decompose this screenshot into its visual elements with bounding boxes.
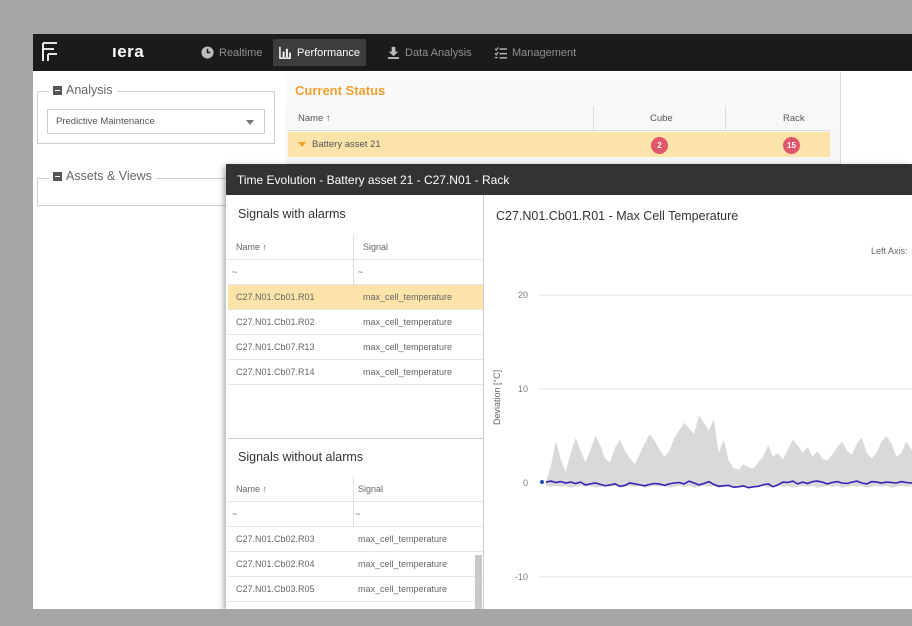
signal-type: max_cell_temperature: [358, 534, 448, 544]
signal-name: C27.N01.Cb03.R05: [236, 584, 315, 594]
list-check-icon: [494, 47, 507, 59]
nav-management[interactable]: Management: [488, 39, 582, 66]
analysis-legend-label: Analysis: [66, 83, 113, 97]
analysis-legend[interactable]: Analysis: [49, 83, 117, 97]
cube-alarm-badge[interactable]: 2: [651, 137, 668, 154]
table-row[interactable]: C27.N01.Cb02.R03 max_cell_temperature: [228, 527, 483, 552]
signal-type: max_cell_temperature: [363, 292, 453, 302]
column-header-signal[interactable]: Signal: [358, 477, 383, 502]
collapse-icon: [53, 85, 62, 95]
table-row[interactable]: C27.N01.Cb01.R02 max_cell_temperature: [228, 310, 483, 335]
signal-name: C27.N01.Cb01.R01: [236, 292, 315, 302]
top-nav-bar: ıera Realtime Performance Data Analysis …: [33, 34, 912, 71]
name-filter[interactable]: ~: [232, 260, 237, 285]
current-status-title: Current Status: [295, 83, 386, 98]
column-header-name[interactable]: Name ↑: [298, 106, 331, 131]
collapse-icon: [53, 171, 62, 181]
y-tick-label: 10: [518, 384, 528, 394]
signal-name: C27.N01.Cb02.R04: [236, 559, 315, 569]
signal-type: max_cell_temperature: [363, 342, 453, 352]
signal-name: C27.N01.Cb07.R14: [236, 367, 315, 377]
range-band: [546, 415, 912, 488]
assets-legend[interactable]: Assets & Views: [49, 169, 156, 183]
signals-with-alarms-title: Signals with alarms: [238, 207, 346, 221]
signal-name: C27.N01.Cb07.R13: [236, 342, 315, 352]
logo-icon: [42, 42, 57, 61]
column-header-name[interactable]: Name ↑: [236, 477, 267, 502]
y-tick-label: 20: [518, 290, 528, 300]
table-row[interactable]: C27.N01.Cb01.R01 max_cell_temperature: [228, 285, 483, 310]
asset-name: Battery asset 21: [312, 139, 381, 150]
nav-data-analysis[interactable]: Data Analysis: [381, 39, 478, 66]
app-window: ıera Realtime Performance Data Analysis …: [33, 34, 912, 609]
signal-name: C27.N01.Cb02.R03: [236, 534, 315, 544]
brand-name: ıera: [112, 42, 145, 61]
signal-type: max_cell_temperature: [358, 559, 448, 569]
signal-type: max_cell_temperature: [363, 367, 453, 377]
column-divider: [353, 235, 354, 260]
column-header-signal[interactable]: Signal: [363, 235, 388, 260]
column-header-name[interactable]: Name ↑: [236, 235, 267, 260]
signal-type: max_cell_temperature: [363, 317, 453, 327]
table-row[interactable]: C27.N01.Cb07.R14 max_cell_temperature: [228, 360, 483, 385]
table-header-row: Name ↑ Cube Rack: [288, 106, 830, 131]
section-divider: [228, 438, 483, 439]
scrollbar-thumb[interactable]: [475, 555, 482, 609]
signal-name: C27.N01.Cb01.R02: [236, 317, 315, 327]
signal-type: max_cell_temperature: [358, 584, 448, 594]
y-tick-label: 0: [523, 478, 528, 488]
column-divider: [725, 106, 726, 131]
expand-caret-icon[interactable]: [298, 141, 306, 147]
table-row[interactable]: C27.N01.Cb07.R13 max_cell_temperature: [228, 335, 483, 360]
table-row[interactable]: C27.N01.Cb02.R04 max_cell_temperature: [228, 552, 483, 577]
name-filter[interactable]: ~: [232, 502, 237, 527]
nav-label: Management: [512, 46, 577, 59]
nav-label: Realtime: [219, 46, 263, 59]
column-divider: [593, 106, 594, 131]
table-header-row: Name ↑ Signal: [228, 235, 483, 260]
series-start-marker: [540, 480, 544, 485]
signals-without-alarms-title: Signals without alarms: [238, 450, 364, 464]
clock-icon: [201, 46, 214, 59]
chart-panel: C27.N01.Cb01.R01 - Max Cell Temperature …: [486, 195, 912, 609]
bar-chart-icon: [279, 46, 292, 59]
column-divider: [353, 502, 354, 527]
dialog-title: Time Evolution - Battery asset 21 - C27.…: [226, 164, 912, 195]
column-header-rack[interactable]: Rack: [783, 106, 805, 131]
asset-name-cell: Battery asset 21: [298, 132, 381, 157]
signal-filter[interactable]: ~: [358, 260, 363, 285]
nav-performance[interactable]: Performance: [273, 39, 366, 66]
signal-filter[interactable]: ~: [355, 502, 360, 527]
nav-label: Data Analysis: [405, 46, 472, 59]
time-evolution-dialog: Time Evolution - Battery asset 21 - C27.…: [226, 164, 912, 609]
y-tick-label: -10: [515, 572, 528, 582]
nav-label: Performance: [297, 46, 360, 59]
table-header-row: Name ↑ Signal: [228, 477, 483, 502]
filter-row: ~ ~: [228, 502, 483, 527]
filter-row: ~ ~: [228, 260, 483, 285]
column-divider: [353, 477, 354, 502]
rack-alarm-badge[interactable]: 15: [783, 137, 800, 154]
table-row[interactable]: Battery asset 21 2 15: [288, 132, 830, 157]
assets-legend-label: Assets & Views: [66, 169, 152, 183]
nav-realtime[interactable]: Realtime: [195, 39, 268, 66]
line-chart[interactable]: 20 10 0 -10: [486, 195, 912, 609]
column-divider: [353, 260, 354, 285]
signals-panel: Signals with alarms Name ↑ Signal ~ ~ C2…: [228, 195, 484, 609]
download-icon: [387, 46, 400, 59]
table-row[interactable]: C27.N01.Cb03.R05 max_cell_temperature: [228, 577, 483, 602]
column-header-cube[interactable]: Cube: [650, 106, 673, 131]
chevron-down-icon: [246, 120, 254, 125]
analysis-select-value: Predictive Maintenance: [56, 116, 155, 127]
analysis-select[interactable]: Predictive Maintenance: [47, 109, 265, 134]
